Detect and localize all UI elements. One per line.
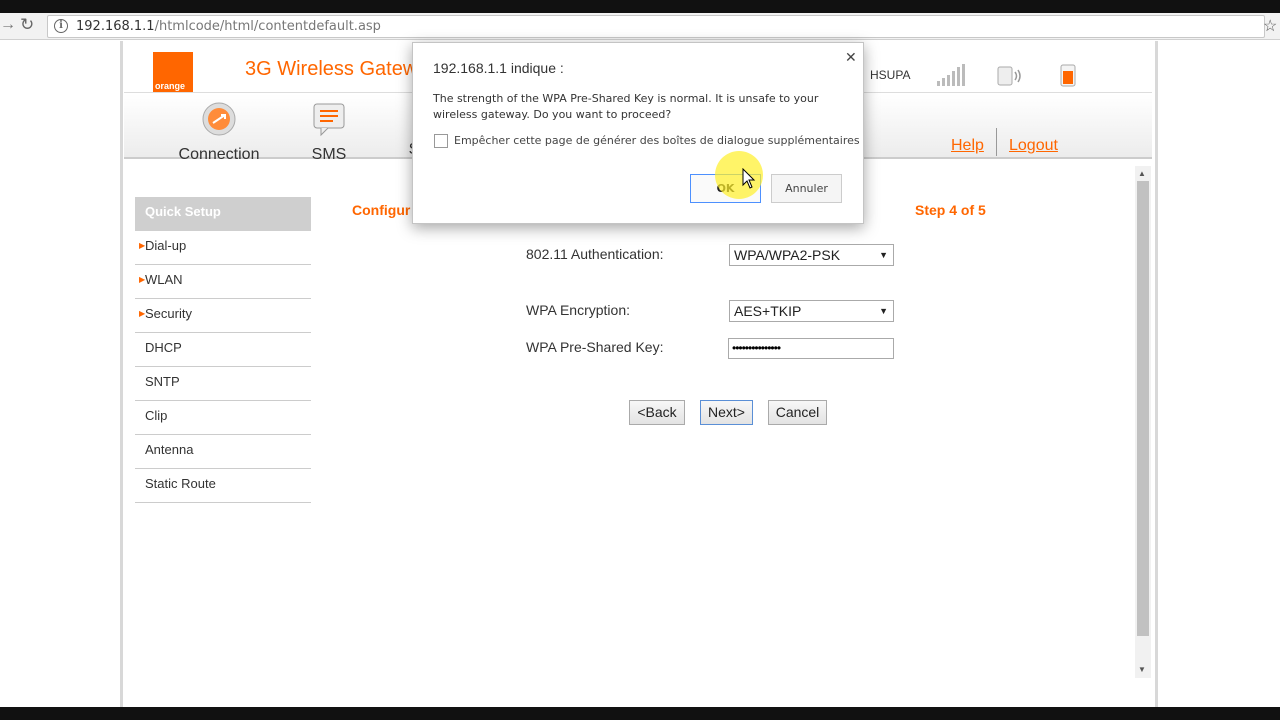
bookmark-star-icon[interactable]: ☆ <box>1263 16 1277 36</box>
url-text[interactable]: 192.168.1.1/htmlcode/html/contentdefault… <box>76 19 381 34</box>
sms-icon <box>313 103 345 137</box>
browser-toolbar: → ↻ i 192.168.1.1/htmlcode/html/contentd… <box>0 13 1280 40</box>
encryption-label: WPA Encryption: <box>526 302 631 318</box>
arrow-right-icon: ▶ <box>139 309 146 318</box>
help-link[interactable]: Help <box>951 137 984 155</box>
link-separator <box>996 128 997 156</box>
suppress-dialogs-checkbox[interactable] <box>434 134 448 148</box>
dialog-title: 192.168.1.1 indique : <box>433 60 564 76</box>
info-icon[interactable]: i <box>54 19 68 33</box>
address-bar[interactable]: i 192.168.1.1/htmlcode/html/contentdefau… <box>47 15 1265 38</box>
app-title: 3G Wireless Gatew <box>245 58 418 80</box>
sidebar: Quick Setup ▶ Dial-up ▶ WLAN ▶ Security DHC… <box>135 197 311 503</box>
scroll-down-icon[interactable]: ▼ <box>1138 665 1146 674</box>
mouse-cursor-icon <box>742 168 756 189</box>
signal-strength-icon <box>937 64 965 86</box>
back-button[interactable]: <Back <box>629 400 685 425</box>
network-type-label: HSUPA <box>870 68 911 82</box>
sidebar-item-antenna[interactable]: Antenna <box>135 435 311 469</box>
sidebar-item-security[interactable]: ▶ Security <box>135 299 311 333</box>
content-heading: Configur <box>352 202 411 218</box>
menu-connection[interactable]: Connection <box>176 101 262 164</box>
dropdown-caret-icon: ▼ <box>879 250 888 260</box>
psk-label: WPA Pre-Shared Key: <box>526 339 664 355</box>
connection-icon <box>202 102 236 136</box>
reload-icon[interactable]: ↻ <box>20 15 34 35</box>
auth-label: 802.11 Authentication: <box>526 246 664 262</box>
sidebar-item-wlan[interactable]: ▶ WLAN <box>135 265 311 299</box>
sidebar-item-clip[interactable]: Clip <box>135 401 311 435</box>
close-icon[interactable]: ✕ <box>845 49 857 66</box>
window-top-bar <box>0 0 1280 13</box>
arrow-right-icon: ▶ <box>139 241 146 250</box>
sidebar-item-dhcp[interactable]: DHCP <box>135 333 311 367</box>
alert-dialog: 192.168.1.1 indique : ✕ The strength of … <box>412 42 864 224</box>
dropdown-caret-icon: ▼ <box>879 306 888 316</box>
menu-sms[interactable]: SMS <box>294 101 364 164</box>
cancel-button[interactable]: Cancel <box>768 400 827 425</box>
arrow-right-icon: ▶ <box>139 275 146 284</box>
sidebar-item-static-route[interactable]: Static Route <box>135 469 311 503</box>
suppress-dialogs-label[interactable]: Empêcher cette page de générer des boîte… <box>454 134 860 147</box>
auth-select[interactable]: WPA/WPA2-PSK ▼ <box>729 244 894 266</box>
forward-icon[interactable]: → <box>0 16 16 34</box>
sidebar-item-sntp[interactable]: SNTP <box>135 367 311 401</box>
logout-link[interactable]: Logout <box>1009 137 1058 155</box>
next-button[interactable]: Next> <box>700 400 753 425</box>
step-indicator: Step 4 of 5 <box>915 202 986 218</box>
orange-logo: orange <box>153 52 193 92</box>
encryption-select[interactable]: AES+TKIP ▼ <box>729 300 894 322</box>
scroll-up-icon[interactable]: ▲ <box>1138 169 1146 178</box>
scrollbar-thumb[interactable] <box>1137 181 1149 636</box>
sidebar-item-quick-setup[interactable]: Quick Setup <box>135 197 311 231</box>
window-bottom-bar <box>0 707 1280 720</box>
sidebar-item-dial-up[interactable]: ▶ Dial-up <box>135 231 311 265</box>
battery-icon <box>1060 64 1076 87</box>
dialog-message: The strength of the WPA Pre-Shared Key i… <box>433 92 819 121</box>
sms-status-icon <box>997 66 1021 86</box>
dialog-cancel-button[interactable]: Annuler <box>771 174 842 203</box>
psk-input[interactable]: ••••••••••••••• <box>728 338 894 359</box>
